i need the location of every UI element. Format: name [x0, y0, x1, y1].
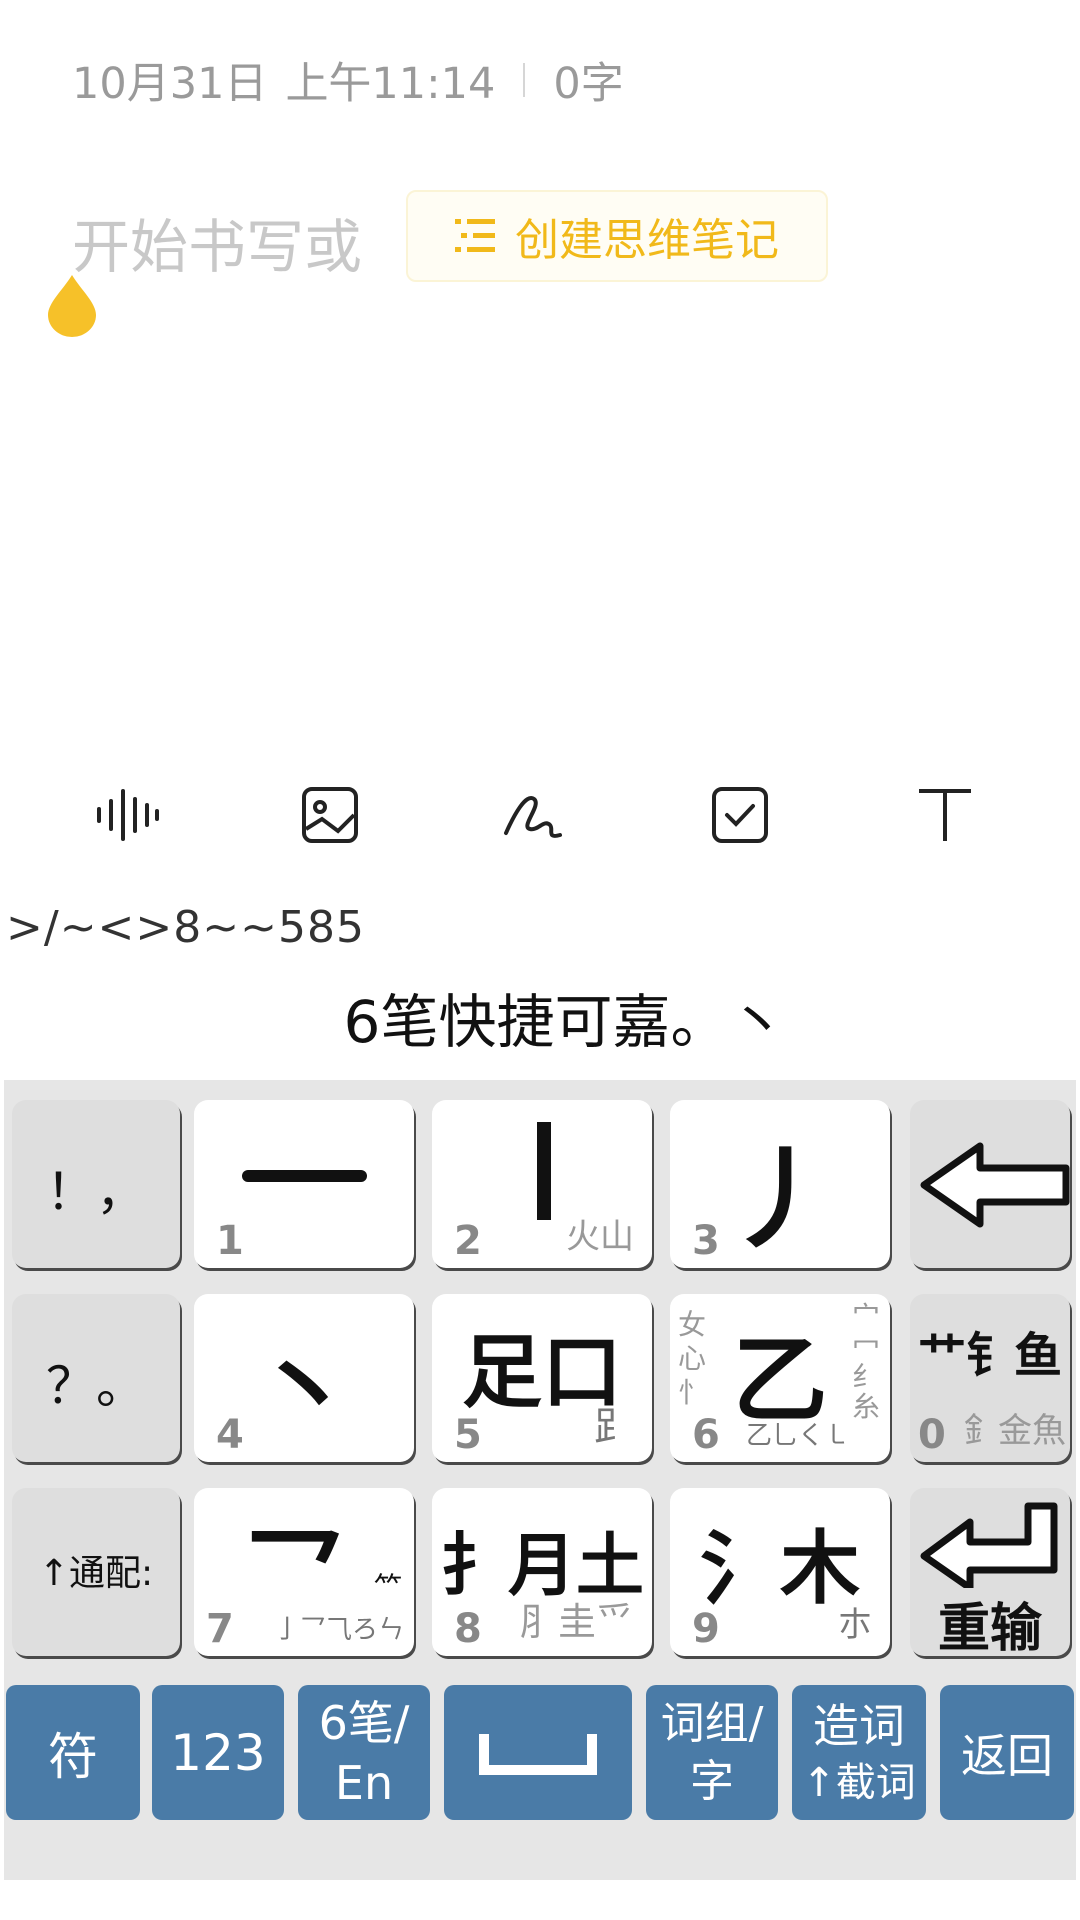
- key-sub: 朩: [838, 1605, 872, 1645]
- text-format-icon[interactable]: [905, 780, 985, 850]
- key-label: 重输: [937, 1599, 1042, 1656]
- word-count: 0字: [553, 59, 624, 109]
- editor-placeholder[interactable]: 开始书写或: [72, 200, 362, 284]
- ime-code: >/~<>8~~585: [6, 902, 366, 953]
- key-extra: ⺮: [373, 1571, 402, 1604]
- enter-arrow-icon: [920, 1502, 1058, 1588]
- list-icon: [455, 219, 495, 252]
- key-8[interactable]: 扌月土 8 ⺼圭⺤: [432, 1488, 652, 1656]
- key-sub: ⺼圭⺤: [519, 1600, 634, 1644]
- key-5[interactable]: 足口 5 ⻊: [432, 1294, 652, 1462]
- checklist-icon[interactable]: [700, 780, 780, 850]
- key-7[interactable]: 乛 ⺮ 7 亅乛⺄ろㄣ: [194, 1488, 414, 1656]
- key-sub: 乙乚く㇄: [745, 1421, 850, 1451]
- key-num: 5: [454, 1412, 482, 1458]
- key-9[interactable]: 氵木 9 朩: [670, 1488, 890, 1656]
- key-punct-question-period[interactable]: ？。: [12, 1294, 180, 1462]
- return-key[interactable]: 返回: [940, 1685, 1074, 1820]
- key-sub: 亅乛⺄ろㄣ: [273, 1615, 404, 1645]
- image-icon[interactable]: [290, 780, 370, 850]
- key-label: 符: [48, 1727, 98, 1786]
- backspace-arrow-icon: [920, 1142, 1070, 1228]
- enter-reinput-key[interactable]: 重输: [910, 1488, 1070, 1656]
- key-sub: 釒金魚: [964, 1411, 1066, 1451]
- make-word-key[interactable]: 造词 ↑截词: [792, 1685, 926, 1820]
- key-1[interactable]: 1: [194, 1100, 414, 1268]
- key-num: 0: [918, 1412, 946, 1458]
- ime-candidates[interactable]: 6笔快捷可嘉。丶: [0, 975, 1080, 1059]
- voice-icon[interactable]: [86, 780, 166, 850]
- space-key[interactable]: [444, 1685, 632, 1820]
- key-label: ？。: [46, 1357, 146, 1415]
- mindmap-label: 创建思维笔记: [515, 215, 779, 266]
- key-3[interactable]: 丿 3: [670, 1100, 890, 1268]
- stroke-heng-glyph: [242, 1170, 367, 1182]
- key-glyph: 艹钅鱼: [917, 1328, 1062, 1384]
- note-date: 10月31日: [72, 59, 268, 109]
- symbols-key[interactable]: 符: [6, 1685, 140, 1820]
- key-num: 7: [206, 1606, 234, 1652]
- key-num: 9: [692, 1606, 720, 1652]
- key-label: 6笔/: [318, 1695, 410, 1750]
- key-num: 3: [692, 1218, 720, 1264]
- key-num: 2: [454, 1218, 482, 1264]
- key-num: 6: [692, 1412, 720, 1458]
- key-label: ！，: [46, 1163, 146, 1221]
- numbers-key[interactable]: 123: [152, 1685, 284, 1820]
- key-4[interactable]: 丶 4: [194, 1294, 414, 1462]
- create-mindmap-button[interactable]: 创建思维笔记: [406, 190, 828, 282]
- key-num: 4: [216, 1412, 244, 1458]
- note-meta: 10月31日 上午11:14 0字: [72, 52, 624, 109]
- key-num: 8: [454, 1606, 482, 1652]
- phrase-toggle-key[interactable]: 词组/ 字: [646, 1685, 778, 1820]
- wildcard-shift-key[interactable]: ↑通配:: [12, 1488, 180, 1656]
- key-label: ↑通配:: [38, 1553, 154, 1594]
- meta-divider: [523, 63, 526, 97]
- stroke-shu-glyph: [537, 1122, 551, 1220]
- key-label: 123: [170, 1723, 266, 1782]
- key-label: 词组/: [660, 1697, 764, 1749]
- backspace-key[interactable]: [910, 1100, 1070, 1268]
- key-label: 返回: [961, 1728, 1053, 1783]
- text-cursor-handle[interactable]: [46, 273, 98, 337]
- key-label-2: ↑截词: [802, 1759, 916, 1806]
- key-0[interactable]: 艹钅鱼 0 釒金魚: [910, 1294, 1070, 1462]
- note-time: 上午11:14: [285, 59, 496, 109]
- key-num: 1: [216, 1218, 244, 1264]
- mode-switch-key[interactable]: 6笔/ En: [298, 1685, 430, 1820]
- key-label-2: 字: [690, 1755, 734, 1807]
- key-6[interactable]: 女 心 忄 宀 冖 纟 糸 乙 6 乙乚く㇄: [670, 1294, 890, 1462]
- key-label: 造词: [813, 1698, 905, 1753]
- key-sub: 火山: [566, 1217, 634, 1257]
- key-2[interactable]: 2 火山: [432, 1100, 652, 1268]
- handwriting-icon[interactable]: [495, 780, 575, 850]
- space-bar-icon: [479, 1733, 597, 1775]
- key-label-2: En: [334, 1755, 394, 1810]
- key-punct-exclam-comma[interactable]: ！，: [12, 1100, 180, 1268]
- key-sub: ⻊: [594, 1404, 634, 1450]
